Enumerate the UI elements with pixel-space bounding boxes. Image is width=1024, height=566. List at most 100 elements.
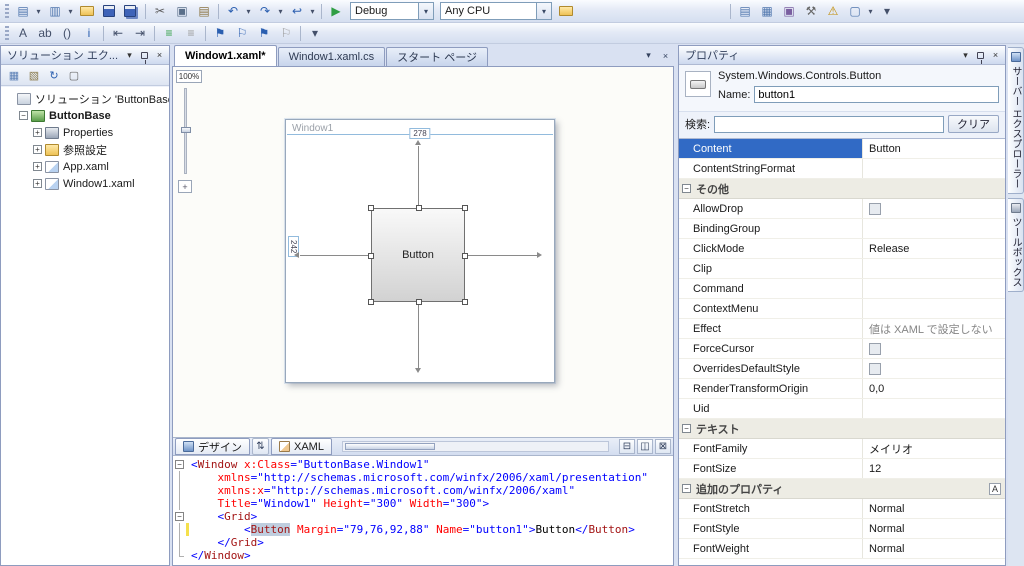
code-line[interactable]: xmlns="http://schemas.microsoft.com/winf… — [173, 471, 673, 484]
uncomment-selection-icon[interactable]: ≡ — [181, 24, 201, 42]
selection-handle[interactable] — [462, 253, 468, 259]
property-row[interactable]: Clip — [679, 259, 1005, 279]
side-tab-server-explorer[interactable]: サーバー エクスプローラー — [1008, 47, 1024, 194]
chevron-down-icon[interactable]: ▾ — [34, 2, 43, 20]
property-row[interactable]: BindingGroup — [679, 219, 1005, 239]
collapse-pane-button[interactable]: ⊠ — [655, 439, 671, 454]
property-value[interactable]: Release — [863, 239, 1005, 258]
chevron-down-icon[interactable]: ▾ — [418, 3, 433, 19]
solution-platforms-combo[interactable]: Any CPU ▾ — [440, 2, 552, 20]
expander-plus-icon[interactable]: + — [33, 179, 42, 188]
member-list-icon[interactable]: A — [13, 24, 33, 42]
increase-indent-icon[interactable]: ⇥ — [130, 24, 150, 42]
undo-icon[interactable]: ↶ — [223, 2, 243, 20]
copy-icon[interactable]: ▣ — [172, 2, 192, 20]
decrease-indent-icon[interactable]: ⇤ — [108, 24, 128, 42]
save-icon[interactable] — [99, 2, 119, 20]
view-code-icon[interactable]: ▢ — [65, 67, 83, 83]
chevron-down-icon[interactable]: ▾ — [536, 3, 551, 19]
show-all-files-icon[interactable]: ▧ — [25, 67, 43, 83]
swap-panes-button[interactable]: ⇅ — [252, 438, 269, 455]
property-row[interactable]: ForceCursor — [679, 339, 1005, 359]
collapse-box-icon[interactable]: − — [175, 460, 184, 469]
error-list-icon[interactable]: ⚠ — [823, 2, 843, 20]
property-value[interactable]: Normal — [863, 499, 1005, 518]
window-position-icon[interactable]: ▾ — [122, 48, 137, 62]
outline-gutter[interactable] — [173, 484, 186, 497]
chevron-down-icon[interactable]: ▾ — [244, 2, 253, 20]
cut-icon[interactable]: ✂ — [150, 2, 170, 20]
close-document-icon[interactable]: × — [658, 48, 673, 63]
tree-item[interactable]: + 参照設定 — [1, 141, 169, 158]
save-all-icon[interactable] — [121, 2, 141, 20]
expander-plus-icon[interactable]: + — [33, 162, 42, 171]
collapse-icon[interactable]: − — [682, 424, 691, 433]
selection-handle[interactable] — [368, 253, 374, 259]
search-input[interactable] — [714, 115, 944, 133]
property-value[interactable] — [863, 259, 1005, 278]
code-line[interactable]: xmlns:x="http://schemas.microsoft.com/wi… — [173, 484, 673, 497]
chevron-down-icon[interactable]: ▾ — [308, 2, 317, 20]
chevron-down-icon[interactable]: ▾ — [66, 2, 75, 20]
code-line[interactable]: </Grid> — [173, 536, 673, 549]
outline-gutter[interactable] — [173, 523, 186, 536]
property-row[interactable]: RenderTransformOrigin 0,0 — [679, 379, 1005, 399]
property-value[interactable]: Normal — [863, 519, 1005, 538]
close-icon[interactable]: × — [152, 48, 167, 62]
property-value[interactable] — [863, 399, 1005, 418]
property-row[interactable]: Command — [679, 279, 1005, 299]
parameter-info-icon[interactable]: () — [57, 24, 77, 42]
selection-handle[interactable] — [416, 299, 422, 305]
outline-gutter[interactable] — [173, 471, 186, 484]
selection-handle[interactable] — [462, 299, 468, 305]
toolbar-options-icon[interactable]: ▾ — [305, 24, 325, 42]
checkbox-unchecked-icon[interactable] — [869, 362, 881, 375]
property-row[interactable]: ContextMenu — [679, 299, 1005, 319]
horizontal-split-button[interactable]: ⊟ — [619, 439, 635, 454]
outline-gutter[interactable] — [173, 497, 186, 510]
object-browser-icon[interactable]: ▣ — [779, 2, 799, 20]
outline-gutter[interactable] — [173, 536, 186, 549]
pin-icon[interactable] — [973, 48, 988, 64]
paste-icon[interactable]: ▤ — [194, 2, 214, 20]
expander-minus-icon[interactable]: − — [19, 111, 28, 120]
document-tab-2[interactable]: スタート ページ — [386, 47, 489, 66]
wpf-designer[interactable]: 100% + Window1 278 242 Button — [173, 67, 673, 437]
zoom-fit-button[interactable]: + — [178, 180, 192, 193]
property-row[interactable]: FontWeight Normal — [679, 539, 1005, 559]
property-row[interactable]: FontSize 12 — [679, 459, 1005, 479]
find-in-files-icon[interactable] — [556, 2, 576, 20]
tree-item[interactable]: ソリューション 'ButtonBase' — [1, 90, 169, 107]
clear-search-button[interactable]: クリア — [948, 115, 999, 133]
design-surface[interactable]: Window1 278 242 Button — [285, 119, 555, 383]
xaml-view-tab[interactable]: XAML — [271, 438, 332, 455]
expander-plus-icon[interactable]: + — [33, 145, 42, 154]
tree-item[interactable]: + Window1.xaml — [1, 175, 169, 192]
checkbox-unchecked-icon[interactable] — [869, 342, 881, 355]
vertical-split-button[interactable]: ◫ — [637, 439, 653, 454]
checkbox-unchecked-icon[interactable] — [869, 202, 881, 215]
property-row[interactable]: Uid — [679, 399, 1005, 419]
quick-info-icon[interactable]: i — [79, 24, 99, 42]
property-value[interactable]: 0,0 — [863, 379, 1005, 398]
toolbox-icon[interactable]: ⚒ — [801, 2, 821, 20]
property-category[interactable]: − テキスト — [679, 419, 1005, 439]
comment-selection-icon[interactable]: ≡ — [159, 24, 179, 42]
property-row[interactable]: FontStyle Normal — [679, 519, 1005, 539]
start-debugging-icon[interactable]: ▶ — [326, 2, 346, 20]
property-row[interactable]: Effect 値は XAML で設定しない — [679, 319, 1005, 339]
selection-handle[interactable] — [416, 205, 422, 211]
selection-handle[interactable] — [368, 299, 374, 305]
property-value[interactable] — [863, 279, 1005, 298]
next-bookmark-icon[interactable]: ⚑ — [254, 24, 274, 42]
code-line[interactable]: − <Grid> — [173, 510, 673, 523]
selection-handle[interactable] — [462, 205, 468, 211]
designer-hscrollbar[interactable] — [341, 441, 609, 452]
open-file-icon[interactable] — [77, 2, 97, 20]
new-project-icon[interactable]: ▤ — [13, 2, 33, 20]
active-files-icon[interactable]: ▾ — [641, 48, 656, 63]
window-position-icon[interactable]: ▾ — [958, 48, 973, 62]
collapse-icon[interactable]: − — [682, 184, 691, 193]
property-row[interactable]: OverridesDefaultStyle — [679, 359, 1005, 379]
scrollbar-thumb[interactable] — [344, 443, 435, 450]
